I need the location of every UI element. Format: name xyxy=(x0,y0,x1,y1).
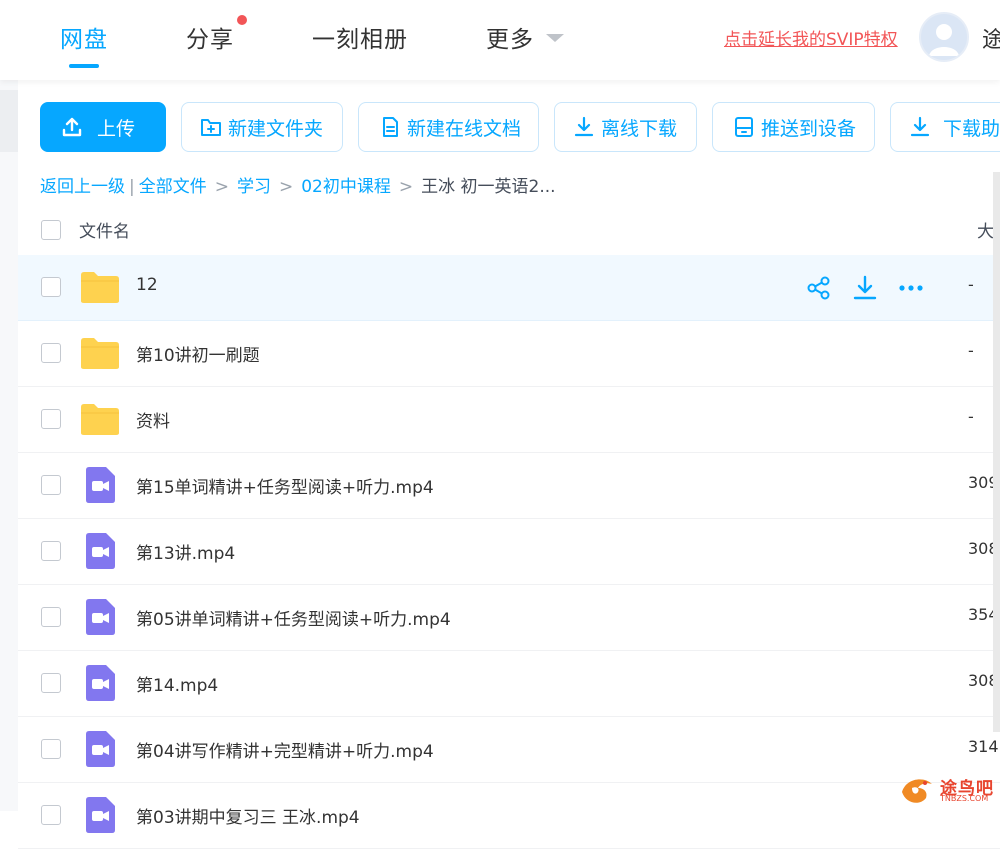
watermark-subtext: TNBZS.COM xyxy=(940,794,989,803)
breadcrumb-item-course[interactable]: 02初中课程 xyxy=(301,177,391,197)
table-row[interactable]: 12 - xyxy=(18,255,1000,321)
device-icon xyxy=(733,116,755,138)
file-name[interactable]: 第13讲.mp4 xyxy=(136,539,235,564)
share-icon[interactable] xyxy=(806,275,832,301)
table-row[interactable]: 第05讲单词精讲+任务型阅读+听力.mp4 354 xyxy=(18,585,1000,651)
push-to-device-label: 推送到设备 xyxy=(761,117,857,140)
column-header-name[interactable]: 文件名 xyxy=(79,217,130,242)
table-row[interactable]: 第13讲.mp4 308 xyxy=(18,519,1000,585)
table-row[interactable]: 第03讲期中复习三 王冰.mp4 xyxy=(18,783,1000,849)
avatar[interactable] xyxy=(919,12,969,62)
tab-netdisk[interactable]: 网盘 xyxy=(60,20,108,54)
file-size: 314 xyxy=(968,737,999,756)
file-name[interactable]: 第10讲初一刷题 xyxy=(136,341,260,366)
folder-icon xyxy=(80,335,120,371)
file-name[interactable]: 第04讲写作精讲+完型精讲+听力.mp4 xyxy=(136,737,434,762)
table-row[interactable]: 第10讲初一刷题 - xyxy=(18,321,1000,387)
tab-share[interactable]: 分享 xyxy=(186,20,234,54)
download-icon[interactable] xyxy=(852,275,878,301)
breadcrumb: 返回上一级 | 全部文件 > 学习 >02初中课程 > 王冰 初一英语2... xyxy=(40,177,556,197)
push-to-device-button[interactable]: 推送到设备 xyxy=(712,102,875,152)
row-checkbox[interactable] xyxy=(41,277,61,297)
file-name[interactable]: 第15单词精讲+任务型阅读+听力.mp4 xyxy=(136,473,434,498)
upload-button[interactable]: 上传 xyxy=(40,102,166,152)
new-folder-icon xyxy=(200,116,222,138)
chevron-down-icon[interactable] xyxy=(546,34,564,42)
tab-album[interactable]: 一刻相册 xyxy=(312,20,408,54)
offline-download-button[interactable]: 离线下载 xyxy=(554,102,697,152)
folder-icon xyxy=(80,401,120,437)
video-file-icon xyxy=(84,466,124,503)
more-icon[interactable] xyxy=(898,275,924,301)
file-size: - xyxy=(968,407,974,426)
file-size: - xyxy=(968,275,974,294)
notification-dot xyxy=(237,15,247,25)
row-checkbox[interactable] xyxy=(41,409,61,429)
scrollbar[interactable] xyxy=(993,172,1000,732)
video-file-icon xyxy=(84,730,124,767)
offline-download-label: 离线下载 xyxy=(601,117,678,140)
row-checkbox[interactable] xyxy=(41,739,61,759)
breadcrumb-item-study[interactable]: 学习 xyxy=(237,177,271,197)
row-checkbox[interactable] xyxy=(41,673,61,693)
file-name[interactable]: 12 xyxy=(136,275,158,295)
user-avatar-icon xyxy=(929,24,959,56)
username[interactable]: 途 xyxy=(982,22,1000,54)
row-checkbox[interactable] xyxy=(41,607,61,627)
watermark: 途鸟吧 TNBZS.COM xyxy=(898,770,998,810)
active-tab-indicator xyxy=(69,64,99,68)
download-helper-label: 下载助 xyxy=(943,117,1000,140)
download-icon xyxy=(573,116,595,138)
table-row[interactable]: 第15单词精讲+任务型阅读+听力.mp4 309 xyxy=(18,453,1000,519)
table-row[interactable]: 第14.mp4 308 xyxy=(18,651,1000,717)
new-folder-button[interactable]: 新建文件夹 xyxy=(181,102,343,152)
video-file-icon xyxy=(84,532,124,569)
new-folder-label: 新建文件夹 xyxy=(228,117,324,140)
table-row[interactable]: 第04讲写作精讲+完型精讲+听力.mp4 314 xyxy=(18,717,1000,783)
top-nav: 网盘 分享 一刻相册 更多 点击延长我的SVIP特权 途 xyxy=(0,0,1000,80)
tab-more[interactable]: 更多 xyxy=(486,20,534,54)
download-icon xyxy=(909,116,931,138)
breadcrumb-back-link[interactable]: 返回上一级 xyxy=(40,177,125,197)
upload-icon xyxy=(61,116,83,138)
file-name[interactable]: 资料 xyxy=(136,407,170,432)
row-checkbox[interactable] xyxy=(41,475,61,495)
new-online-doc-button[interactable]: 新建在线文档 xyxy=(358,102,539,152)
bird-logo-icon xyxy=(902,779,932,803)
breadcrumb-item-all-files[interactable]: 全部文件 xyxy=(139,177,207,197)
file-name[interactable]: 第03讲期中复习三 王冰.mp4 xyxy=(136,803,360,828)
sidebar-collapsed xyxy=(0,80,18,811)
row-checkbox[interactable] xyxy=(41,343,61,363)
upload-button-label: 上传 xyxy=(97,117,136,140)
table-row[interactable]: 资料 - xyxy=(18,387,1000,453)
new-online-doc-label: 新建在线文档 xyxy=(407,117,522,140)
video-file-icon xyxy=(84,664,124,701)
file-size: - xyxy=(968,341,974,360)
folder-icon xyxy=(80,269,120,305)
video-file-icon xyxy=(84,796,124,833)
download-helper-button[interactable]: 下载助 xyxy=(890,102,1000,152)
svip-renew-link[interactable]: 点击延长我的SVIP特权 xyxy=(724,25,898,50)
file-name[interactable]: 第05讲单词精讲+任务型阅读+听力.mp4 xyxy=(136,605,451,630)
row-checkbox[interactable] xyxy=(41,541,61,561)
sidebar-selected-item[interactable] xyxy=(0,90,18,152)
video-file-icon xyxy=(84,598,124,635)
row-checkbox[interactable] xyxy=(41,805,61,825)
select-all-checkbox[interactable] xyxy=(41,220,61,240)
breadcrumb-current: 王冰 初一英语2... xyxy=(421,177,556,197)
document-icon xyxy=(379,116,401,138)
file-name[interactable]: 第14.mp4 xyxy=(136,671,218,696)
